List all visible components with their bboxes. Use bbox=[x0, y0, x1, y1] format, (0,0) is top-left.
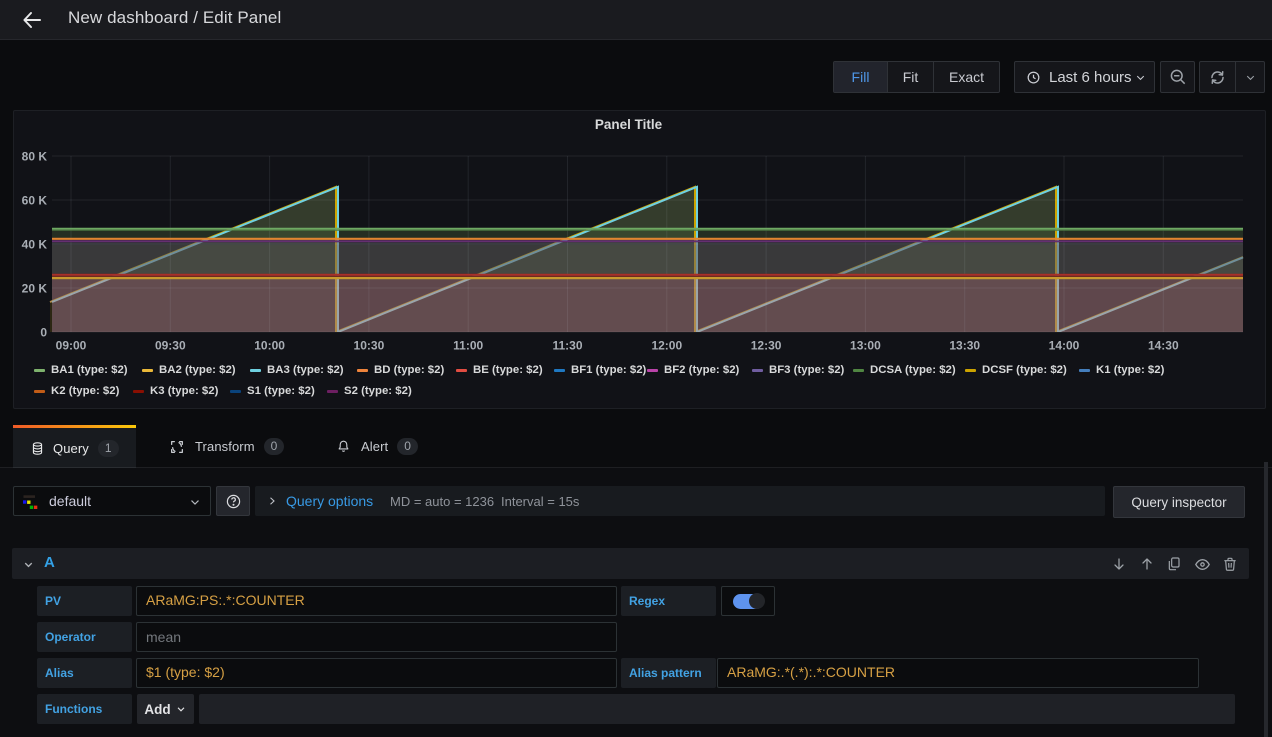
svg-text:11:00: 11:00 bbox=[453, 339, 483, 353]
svg-text:13:30: 13:30 bbox=[949, 339, 980, 353]
svg-text:80 K: 80 K bbox=[22, 150, 48, 164]
svg-text:14:30: 14:30 bbox=[1148, 339, 1179, 353]
svg-text:20 K: 20 K bbox=[22, 282, 48, 296]
svg-text:13:00: 13:00 bbox=[850, 339, 881, 353]
svg-text:10:30: 10:30 bbox=[354, 339, 385, 353]
svg-text:60 K: 60 K bbox=[22, 194, 48, 208]
svg-text:0: 0 bbox=[40, 326, 47, 340]
svg-text:12:30: 12:30 bbox=[751, 339, 782, 353]
svg-text:10:00: 10:00 bbox=[254, 339, 285, 353]
svg-text:14:00: 14:00 bbox=[1049, 339, 1080, 353]
svg-text:09:00: 09:00 bbox=[56, 339, 87, 353]
svg-text:11:30: 11:30 bbox=[552, 339, 582, 353]
svg-text:09:30: 09:30 bbox=[155, 339, 186, 353]
svg-text:40 K: 40 K bbox=[22, 238, 48, 252]
svg-text:12:00: 12:00 bbox=[651, 339, 682, 353]
